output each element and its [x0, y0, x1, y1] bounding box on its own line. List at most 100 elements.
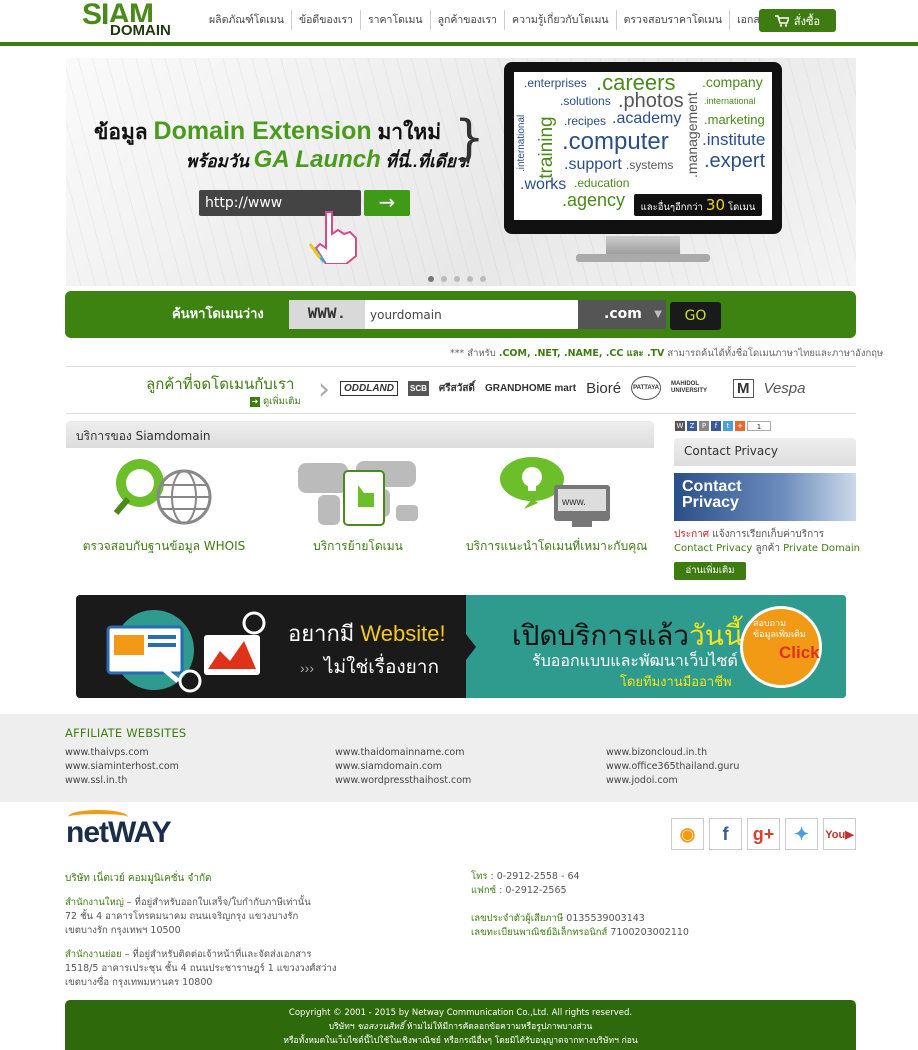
hq-line-1: 72 ชั้น 4 อาคารโทรคมนาคม ถนนเจริญกรุง แข…: [65, 911, 299, 922]
rss-icon[interactable]: ◉: [671, 818, 704, 850]
client-logo: ODDLAND: [340, 380, 398, 396]
affiliate-link[interactable]: www.siamdomain.com: [335, 761, 442, 772]
svg-text:www.: www.: [561, 497, 586, 508]
banner-l2: ไม่ใช่เรื่องยาก: [324, 657, 439, 678]
nav-pricing[interactable]: ราคาโดเมน: [359, 10, 430, 30]
word: .academy: [612, 110, 682, 127]
hero-headline-1: ข้อมูล Domain Extension มาใหม่: [94, 116, 441, 149]
service-whois[interactable]: ตรวจสอบกับฐานข้อมูล WHOIS: [74, 455, 254, 555]
slider-dot-3[interactable]: [454, 276, 460, 282]
twitter-icon[interactable]: ✦: [785, 818, 818, 850]
banner-l1-a: อยากมี: [288, 621, 355, 646]
service-transfer-label: บริการย้ายโดเมน: [313, 539, 403, 553]
contact-privacy-image-text: Contact Privacy: [682, 478, 742, 511]
nav-advantages[interactable]: ข้อดีของเรา: [290, 10, 360, 30]
word: .solutions: [560, 94, 611, 108]
nav-customers[interactable]: ลูกค้าของเรา: [429, 10, 504, 30]
affiliate-link[interactable]: www.jodoi.com: [606, 775, 678, 786]
facebook-share-icon[interactable]: f: [711, 421, 721, 431]
main-nav: ผลิตภัณฑ์โดเมน ข้อดีของเรา ราคาโดเมน ลูก…: [202, 10, 816, 30]
branch-label: สำนักงานย่อย: [65, 949, 122, 960]
nav-knowledge[interactable]: ความรู้เกี่ยวกับโดเมน: [504, 10, 616, 30]
branch-note: – ที่อยู่สำหรับติดต่อเจ้าหน้าที่และจัดส่…: [124, 949, 312, 960]
word: .marketing: [704, 112, 765, 127]
hq-address: สำนักงานใหญ่ – ที่อยู่สำหรับออกใบเสร็จ/ใ…: [65, 896, 311, 938]
slider-dots: [428, 276, 486, 282]
banner-r1-a: เปิดบริการแล้ว: [512, 620, 689, 651]
client-logo: MAHIDOL UNIVERSITY: [671, 381, 708, 394]
wordpress-share-icon[interactable]: W: [675, 421, 685, 431]
badge-text-b: โดเมน: [728, 202, 756, 213]
tel-value: : 0-2912-2558 - 64: [490, 871, 580, 882]
print-share-icon[interactable]: P: [699, 421, 709, 431]
cp-text-d: ลูกค้า: [755, 543, 780, 554]
google-plus-icon[interactable]: g+: [747, 818, 780, 850]
service-recommend-label: บริการแนะนำโดเมนที่เหมาะกับคุณ: [466, 539, 648, 553]
siamdomain-logo[interactable]: SIAM DOMAIN: [82, 0, 173, 40]
click-text-a: สอบถามข้อมูลเพิ่มเติม: [753, 619, 806, 640]
affiliate-col-1: www.thaivps.com www.siaminterhost.com ww…: [65, 746, 179, 788]
header-divider: [0, 42, 918, 46]
tld-select[interactable]: .com ▼: [578, 300, 666, 329]
brace-icon: }: [454, 110, 485, 166]
affiliate-link[interactable]: www.thaivps.com: [65, 747, 149, 758]
nav-products[interactable]: ผลิตภัณฑ์โดเมน: [202, 10, 291, 30]
word: .training: [536, 116, 557, 184]
affiliate-link[interactable]: www.siaminterhost.com: [65, 761, 179, 772]
fax-label: แฟกซ์: [471, 885, 497, 896]
affiliate-link[interactable]: www.bizoncloud.in.th: [606, 747, 707, 758]
service-transfer[interactable]: บริการย้ายโดเมน: [268, 455, 448, 555]
plus-share-icon[interactable]: +: [735, 421, 745, 431]
company-name: บริษัท เน็ตเวย์ คอมมูนิเคชั่น จำกัด: [65, 873, 212, 884]
client-logo: M: [733, 378, 754, 398]
branch-line-1: 1518/5 อาคารเประชุน ชั้น 4 ถนนประชาราษฎร…: [65, 963, 337, 974]
order-button[interactable]: สั่งซื้อ: [759, 9, 836, 32]
hero-headline-2: พร้อมวัน GA Launch ที่นี่..ที่เดียว!: [186, 146, 471, 175]
www-prefix: WWW.: [289, 300, 365, 329]
slider-dot-4[interactable]: [467, 276, 473, 282]
banner-click-button[interactable]: สอบถามข้อมูลเพิ่มเติม Click: [740, 606, 822, 688]
slider-dot-5[interactable]: [480, 276, 486, 282]
word: .institute: [702, 130, 766, 149]
copyright-text: Copyright © 2001 - 2015 by Netway Commun…: [288, 1008, 633, 1018]
contact-privacy-image[interactable]: Contact Privacy: [674, 473, 856, 521]
netway-logo[interactable]: netWAY: [66, 806, 226, 856]
slider-dot-2[interactable]: [441, 276, 447, 282]
ecom-value: 7100203002110: [610, 927, 689, 938]
contact-privacy-title: Contact Privacy: [684, 444, 778, 458]
facebook-icon[interactable]: f: [709, 818, 742, 850]
tax-value: 0135539003143: [566, 913, 645, 924]
arrow-right-icon: →: [364, 190, 410, 216]
client-logo: GRANDHOME mart: [484, 382, 577, 394]
client-logo: Vespa: [763, 379, 806, 397]
banner-line-2: ››› ไม่ใช่เรื่องยาก: [300, 652, 439, 682]
slider-dot-1[interactable]: [428, 276, 434, 282]
contact-privacy-more-button[interactable]: อ่านเพิ่มเติม: [674, 562, 746, 580]
affiliate-link[interactable]: www.wordpressthaihost.com: [335, 775, 471, 786]
hero-slider[interactable]: ข้อมูล Domain Extension มาใหม่ พร้อมวัน …: [66, 58, 856, 286]
youtube-icon[interactable]: You▶: [823, 818, 856, 850]
search-go-button[interactable]: GO: [670, 302, 721, 330]
affiliate-link[interactable]: www.office365thailand.guru: [606, 761, 739, 772]
service-recommend[interactable]: www. บริการแนะนำโดเมนที่เหมาะกับคุณ: [466, 455, 648, 555]
word: .recipes: [564, 114, 607, 128]
netway-logo-text: netWAY: [66, 816, 172, 849]
cp-text-c: Contact Privacy: [674, 543, 753, 554]
cp-announce: ประกาศ: [674, 529, 710, 540]
z-share-icon[interactable]: Z: [687, 421, 697, 431]
whois-search-icon: [113, 459, 212, 525]
monitor-stand: [606, 236, 680, 256]
affiliate-link[interactable]: www.thaidomainname.com: [335, 747, 465, 758]
affiliate-link[interactable]: www.ssl.in.th: [65, 775, 127, 786]
nav-check-price[interactable]: ตรวจสอบราคาโดเมน: [615, 10, 730, 30]
note-a: *** สำหรับ: [450, 348, 496, 359]
lightbulb-computer-icon: www.: [500, 457, 610, 527]
contact-numbers: โทร : 0-2912-2558 - 64 แฟกซ์ : 0-2912-25…: [471, 870, 580, 898]
banner-line-1: อยากมี Website!: [288, 616, 446, 651]
domain-search-input[interactable]: [365, 300, 578, 329]
word: .enterprises: [524, 76, 587, 90]
clients-more-link[interactable]: ➜ ดูเพิ่มเติม: [250, 396, 304, 407]
hero-h1-b: Domain Extension: [153, 117, 372, 145]
twitter-share-icon[interactable]: t: [723, 421, 733, 431]
copyright-bar: Copyright © 2001 - 2015 by Netway Commun…: [65, 1000, 856, 1050]
